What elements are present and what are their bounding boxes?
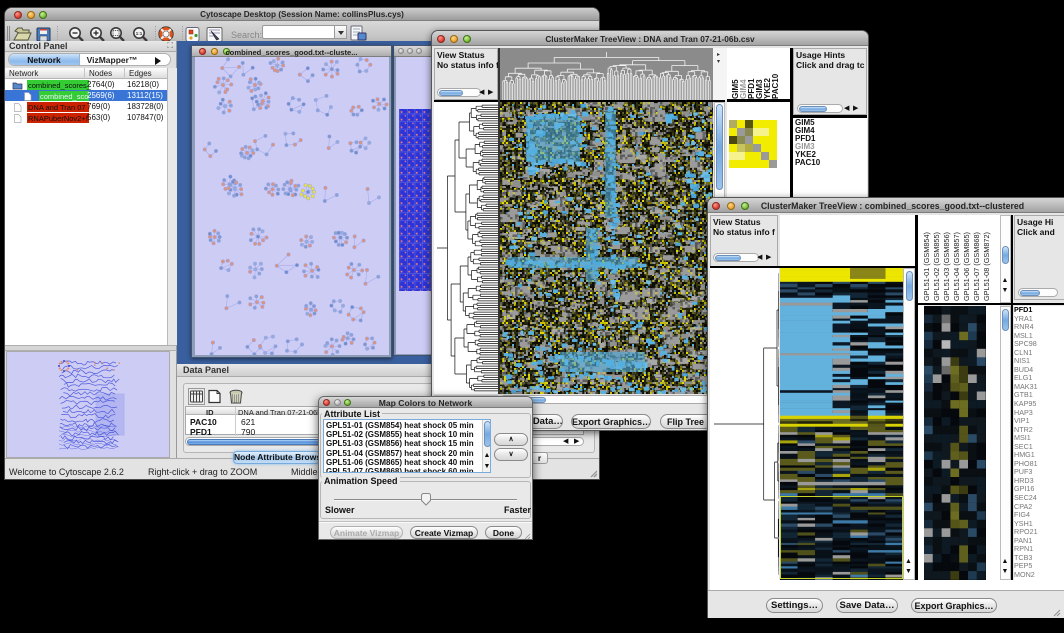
svg-text:1:1: 1:1	[136, 31, 143, 36]
svg-text:PAC10: PAC10	[771, 73, 780, 99]
svg-text:Search:: Search:	[231, 30, 262, 40]
svg-text:GPL51-01 (GSM854): GPL51-01 (GSM854)	[922, 232, 931, 301]
svg-text:GPL51-04 (GSM857): GPL51-04 (GSM857)	[952, 232, 961, 301]
svg-text:GPL51-08 (GSM872): GPL51-08 (GSM872)	[982, 232, 991, 301]
svg-text:GPL51-07 (GSM868): GPL51-07 (GSM868)	[972, 232, 981, 301]
svg-text:GPL51-02 (GSM855): GPL51-02 (GSM855)	[932, 232, 941, 301]
svg-text:GPL51-03 (GSM856): GPL51-03 (GSM856)	[942, 232, 951, 301]
svg-text:GPL51-06 (GSM865): GPL51-06 (GSM865)	[962, 232, 971, 301]
